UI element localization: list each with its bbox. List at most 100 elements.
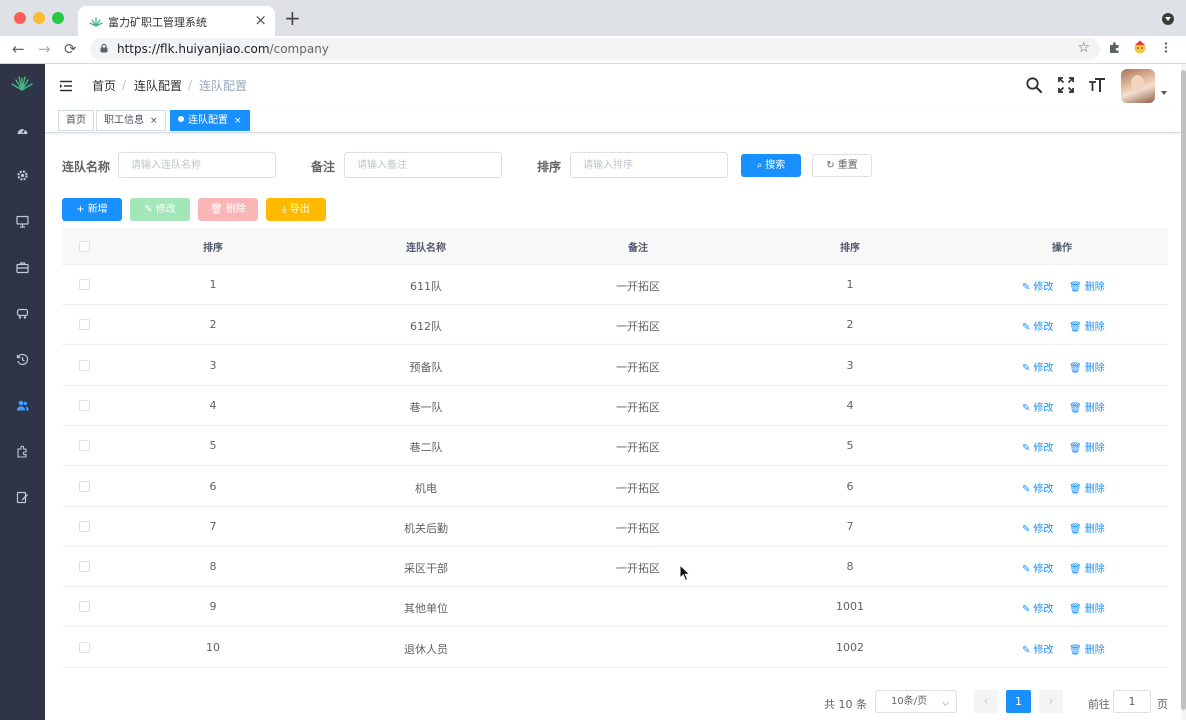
row-edit-link[interactable]: ✎ 修改 [1022,641,1053,656]
page-number-current[interactable]: 1 [1006,690,1031,713]
goto-page-input[interactable]: 1 [1113,690,1151,713]
row-checkbox[interactable] [79,440,90,452]
row-edit-label: 修改 [1033,282,1054,293]
row-delete-link[interactable]: 🗑 删除 [1069,641,1105,656]
column-header-remark[interactable]: 备注 [628,239,648,254]
caret-down-icon[interactable] [1161,91,1167,95]
close-icon[interactable]: × [234,116,242,126]
app-logo-icon[interactable] [10,74,34,92]
tab-search-icon[interactable] [1162,13,1174,25]
export-button[interactable]: ⤓ 导出 [266,198,326,221]
forward-button[interactable]: → [38,40,51,58]
reload-button[interactable]: ⟳ [64,40,77,58]
sidebar-item-mine[interactable] [16,307,29,320]
window-minimize-button[interactable] [33,12,45,24]
row-edit-link[interactable]: ✎ 修改 [1022,359,1053,374]
remark-input[interactable] [344,152,502,178]
sidebar-item-log[interactable] [16,353,29,366]
row-checkbox[interactable] [79,399,90,411]
profile-avatar-icon[interactable] [1132,39,1148,55]
tag-home[interactable]: 首页 [58,110,94,131]
row-delete-label: 删除 [1084,644,1105,656]
sidebar-item-dashboard[interactable] [16,124,29,137]
row-edit-link[interactable]: ✎ 修改 [1022,600,1053,615]
font-size-icon[interactable] [1088,76,1106,94]
bookmark-star-icon[interactable]: ☆ [1077,40,1090,56]
scrollbar-thumb[interactable] [1181,70,1186,710]
row-delete-link[interactable]: 🗑 删除 [1069,600,1105,615]
row-edit-link[interactable]: ✎ 修改 [1022,520,1053,535]
row-edit-link[interactable]: ✎ 修改 [1022,318,1053,333]
column-header-name[interactable]: 连队名称 [406,239,446,254]
reset-button[interactable]: ↻ 重置 [812,154,872,177]
select-all-checkbox[interactable] [79,241,90,252]
sidebar-item-staff[interactable] [16,399,29,412]
row-checkbox[interactable] [79,601,90,613]
edit-icon: ✎ [1022,483,1031,495]
column-header-index[interactable]: 排序 [203,239,223,254]
page-size-select[interactable]: 10条/页 [875,690,957,713]
tag-staff-info[interactable]: 职工信息 × [96,110,166,131]
row-checkbox[interactable] [79,480,90,492]
edit-button[interactable]: ✎ 修改 [130,198,190,221]
row-edit-link[interactable]: ✎ 修改 [1022,560,1053,575]
row-edit-link[interactable]: ✎ 修改 [1022,439,1053,454]
row-edit-link[interactable]: ✎ 修改 [1022,278,1053,293]
extensions-puzzle-icon[interactable] [1108,41,1121,54]
prev-page-button[interactable]: ‹ [974,690,998,713]
sidebar-item-plugin[interactable] [16,445,29,458]
close-icon[interactable]: × [150,116,158,126]
company-name-input[interactable] [118,152,276,178]
window-maximize-button[interactable] [52,12,64,24]
search-icon[interactable] [1025,76,1043,94]
browser-tab[interactable]: 富力矿职工管理系统 × [78,6,275,36]
add-button[interactable]: + 新增 [62,198,122,221]
edit-icon: ✎ [1022,322,1031,334]
browser-menu-icon[interactable] [1162,41,1170,54]
close-tab-icon[interactable]: × [254,11,267,29]
breadcrumb-item-company[interactable]: 连队配置 [134,78,182,94]
row-delete-link[interactable]: 🗑 删除 [1069,560,1105,575]
breadcrumb-separator: / [122,78,127,92]
fullscreen-icon[interactable] [1057,76,1075,94]
breadcrumb-item-home[interactable]: 首页 [92,78,116,94]
sidebar-item-system[interactable] [16,169,29,182]
address-bar[interactable]: https://flk.huiyanjiao.com/company ☆ [90,38,1100,60]
row-delete-link[interactable]: 🗑 删除 [1069,278,1105,293]
row-edit-link[interactable]: ✎ 修改 [1022,480,1053,495]
column-header-sort[interactable]: 排序 [840,239,860,254]
new-tab-button[interactable]: + [284,7,301,29]
sort-input[interactable] [570,152,728,178]
row-delete-link[interactable]: 🗑 删除 [1069,439,1105,454]
cell-remark: 一开拓区 [616,400,660,414]
row-checkbox[interactable] [79,319,90,331]
row-checkbox[interactable] [79,520,90,532]
row-delete-label: 删除 [1084,483,1105,495]
hamburger-icon[interactable] [59,79,73,93]
row-checkbox[interactable] [79,561,90,573]
row-checkbox[interactable] [79,641,90,653]
url-text: https://flk.huiyanjiao.com/company [117,42,329,56]
window-close-button[interactable] [14,12,26,24]
back-button[interactable]: ← [12,40,25,58]
trash-icon: 🗑 [1069,483,1082,495]
delete-button[interactable]: 🗑 删除 [198,198,258,221]
sidebar-item-form[interactable] [16,491,29,504]
page-scrollbar[interactable] [1181,64,1186,720]
sidebar-item-tools[interactable] [16,261,29,274]
user-avatar[interactable] [1121,69,1155,103]
tag-company-config[interactable]: 连队配置 × [170,110,250,131]
sidebar-item-monitor[interactable] [16,215,29,228]
search-button[interactable]: ⌕ 搜索 [741,154,801,177]
row-delete-link[interactable]: 🗑 删除 [1069,399,1105,414]
row-delete-link[interactable]: 🗑 删除 [1069,359,1105,374]
row-delete-link[interactable]: 🗑 删除 [1069,318,1105,333]
row-delete-link[interactable]: 🗑 删除 [1069,480,1105,495]
row-checkbox[interactable] [79,359,90,371]
row-delete-link[interactable]: 🗑 删除 [1069,520,1105,535]
next-page-button[interactable]: › [1039,690,1063,713]
cell-name: 采区干部 [404,562,448,576]
row-edit-link[interactable]: ✎ 修改 [1022,399,1053,414]
row-checkbox[interactable] [79,279,90,290]
cell-name: 退休人员 [404,642,448,656]
